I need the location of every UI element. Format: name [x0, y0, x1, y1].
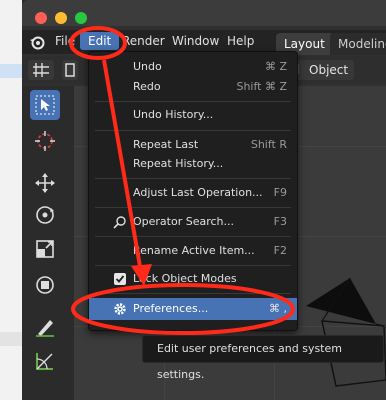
- preferences-tooltip: Edit user preferences and system setting…: [142, 335, 384, 381]
- menu-item-redo[interactable]: Redo Shift ⌘ Z: [89, 76, 297, 98]
- menu-item-undo[interactable]: Undo ⌘ Z: [89, 56, 297, 78]
- menu-item-adjust-last-operation[interactable]: Adjust Last Operation... F9: [89, 182, 297, 204]
- menu-edit[interactable]: Edit: [80, 32, 120, 50]
- menu-separator: [95, 293, 291, 294]
- menu-item-label: Rename Active Item...: [133, 244, 255, 257]
- tool-shelf: [22, 86, 74, 400]
- cursor-select-icon: [35, 95, 55, 115]
- menu-help[interactable]: Help: [227, 34, 254, 48]
- menu-item-label: Redo: [133, 80, 161, 93]
- menu-item-label: Adjust Last Operation...: [133, 186, 263, 199]
- menu-separator: [95, 101, 291, 102]
- menu-item-label: Operator Search...: [133, 215, 235, 228]
- menu-item-shortcut: ⌘ Z: [264, 60, 287, 73]
- blender-logo-icon[interactable]: [29, 34, 45, 50]
- menu-item-label: Undo: [133, 60, 162, 73]
- tab-modeling[interactable]: Modeling: [330, 33, 386, 55]
- rotate-icon: [36, 206, 54, 224]
- menu-file[interactable]: File: [55, 34, 75, 48]
- menu-item-label: Repeat Last: [133, 138, 199, 151]
- menu-item-lock-object-modes[interactable]: Lock Object Modes: [89, 268, 297, 290]
- menu-item-shortcut: ⌘ ,: [269, 302, 287, 315]
- move-arrows-icon: [35, 173, 55, 193]
- gear-icon: [114, 303, 126, 315]
- scale-icon: [36, 240, 54, 258]
- scale-tool[interactable]: [30, 234, 60, 264]
- minimize-window-button[interactable]: [55, 12, 67, 24]
- object-mode-button[interactable]: [62, 60, 78, 80]
- menu-separator: [95, 207, 291, 208]
- menu-item-shortcut: Shift R: [250, 138, 287, 151]
- menu-separator: [95, 236, 291, 237]
- select-tool[interactable]: [30, 90, 60, 120]
- menu-item-label: Preferences...: [133, 302, 209, 315]
- search-icon: [113, 216, 126, 229]
- annotate-pen-icon: [36, 320, 54, 337]
- checkbox-checked-icon[interactable]: [113, 272, 127, 286]
- zoom-window-button[interactable]: [75, 12, 87, 24]
- move-tool[interactable]: [30, 168, 60, 198]
- object-menu-button[interactable]: Object: [303, 60, 355, 80]
- cursor-tool[interactable]: [30, 126, 60, 156]
- menu-item-operator-search[interactable]: Operator Search... F3: [89, 211, 297, 233]
- measure-ruler-icon: [36, 353, 53, 370]
- menu-window[interactable]: Window: [172, 34, 219, 48]
- menu-item-label: Lock Object Modes: [133, 272, 237, 285]
- menu-item-shortcut: Shift ⌘ Z: [236, 80, 287, 93]
- menu-item-preferences[interactable]: Preferences... ⌘ ,: [89, 298, 297, 320]
- measure-tool[interactable]: [30, 346, 60, 376]
- transform-icon: [36, 276, 54, 294]
- menu-separator: [95, 265, 291, 266]
- edit-menu-dropdown: Undo ⌘ Z Redo Shift ⌘ Z Undo History... …: [88, 51, 298, 331]
- pivot-icon: [33, 63, 49, 77]
- annotate-tool[interactable]: [30, 312, 60, 342]
- menu-item-shortcut: F3: [273, 215, 287, 228]
- background-tab-fragment: [0, 64, 22, 78]
- close-window-button[interactable]: [35, 12, 47, 24]
- menu-item-shortcut: F9: [273, 186, 287, 199]
- menu-separator: [95, 178, 291, 179]
- rotate-tool[interactable]: [30, 200, 60, 230]
- menu-item-label: Repeat History...: [133, 157, 224, 170]
- background-control-fragment: [0, 332, 22, 346]
- menu-item-shortcut: F2: [273, 244, 287, 257]
- menu-render[interactable]: Render: [122, 34, 165, 48]
- menu-item-rename-active-item[interactable]: Rename Active Item... F2: [89, 240, 297, 262]
- mode-icon: [65, 63, 75, 77]
- menu-item-label: Undo History...: [133, 108, 214, 121]
- menu-item-undo-history[interactable]: Undo History...: [89, 104, 297, 126]
- 3d-cursor-icon: [35, 131, 55, 151]
- title-bar: [22, 0, 386, 26]
- transform-tool[interactable]: [30, 270, 60, 300]
- menu-separator: [95, 130, 291, 131]
- blender-window: File Edit Render Window Help Layout Mode…: [22, 0, 386, 400]
- transform-pivot-button[interactable]: [28, 60, 54, 80]
- menu-item-repeat-history[interactable]: Repeat History...: [89, 153, 297, 175]
- background-window-strip: [0, 0, 22, 400]
